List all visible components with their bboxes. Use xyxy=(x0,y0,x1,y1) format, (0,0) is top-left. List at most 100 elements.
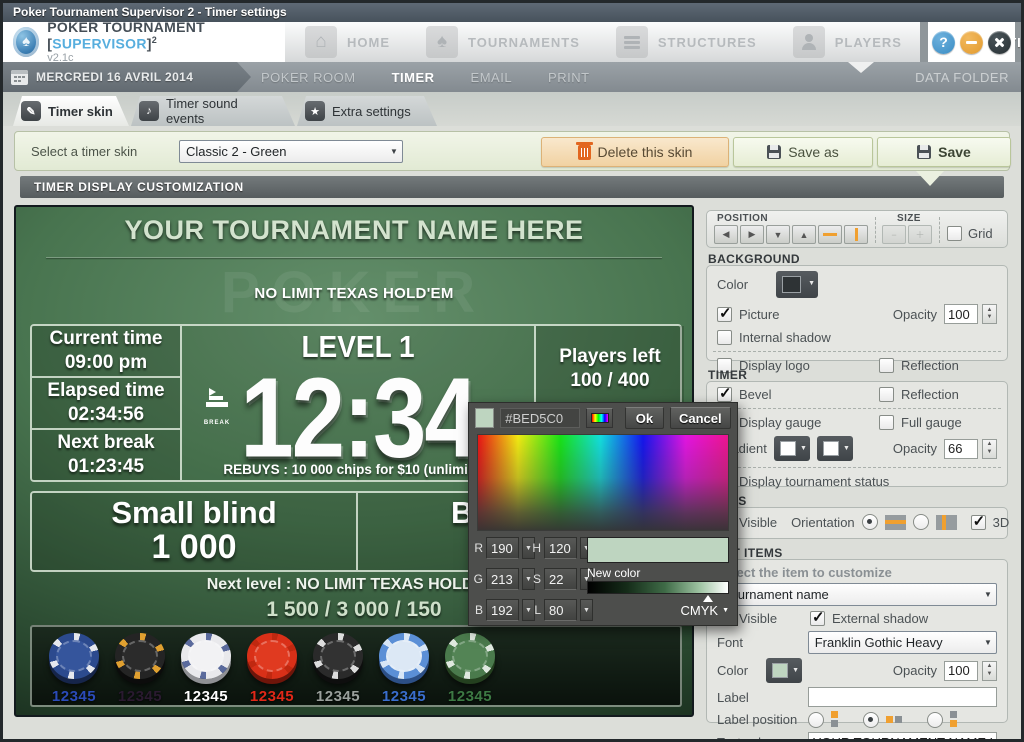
hue-value[interactable]: 120 xyxy=(544,537,577,559)
hex-color-input[interactable] xyxy=(500,408,580,428)
skin-select-dropdown[interactable]: Classic 2 - Green ▼ xyxy=(179,140,403,163)
bg-color-swatch-button[interactable]: ▼ xyxy=(776,271,818,298)
lightness-value[interactable]: 80 xyxy=(544,599,577,621)
nav-item-players[interactable]: PLAYERS xyxy=(775,22,920,62)
label-position-bottom-radio[interactable] xyxy=(927,712,943,728)
small-blind-label: Small blind xyxy=(111,497,276,530)
bg-opacity-stepper[interactable]: ▲▼ xyxy=(982,304,997,324)
settings-panel: POSITION SIZE ◀ ▶ ▼ ▲ − ＋ Grid BACKGROUN… xyxy=(706,205,1016,725)
label-field-label: Label xyxy=(717,690,801,705)
close-button[interactable] xyxy=(988,31,1011,54)
external-shadow-checkbox[interactable] xyxy=(810,611,825,626)
internal-shadow-checkbox[interactable] xyxy=(717,330,732,345)
timer-section-title: TIMER xyxy=(708,368,747,382)
main-nav-items: ⌂ HOME ♠ TOURNAMENTS STRUCTURES PLAYERS … xyxy=(287,22,1024,62)
break-label: BREAK xyxy=(204,420,230,426)
chip-value: 12345 xyxy=(448,688,492,705)
lightness-slider[interactable] xyxy=(587,581,729,594)
chevron-down-icon: ▼ xyxy=(843,445,850,452)
red-value[interactable]: 190 xyxy=(486,537,519,559)
orientation-vertical-radio[interactable] xyxy=(913,514,929,530)
chevron-down-icon: ▼ xyxy=(980,638,996,647)
subnav-item-timer[interactable]: TIMER xyxy=(392,70,435,85)
green-label: G xyxy=(473,572,483,586)
break-indicator: BREAK xyxy=(200,388,234,429)
bg-reflection-checkbox[interactable] xyxy=(879,358,894,373)
chip-item: 12345 xyxy=(376,633,432,705)
bg-opacity-input[interactable] xyxy=(944,304,978,324)
date-tab[interactable]: MERCREDI 16 AVRIL 2014 xyxy=(3,62,251,92)
timer-opacity-input[interactable] xyxy=(944,439,978,459)
test-value-input[interactable] xyxy=(808,732,997,742)
label-position-left-radio[interactable] xyxy=(863,712,879,728)
bevel-checkbox[interactable] xyxy=(717,387,732,402)
nav-item-tournaments[interactable]: ♠ TOURNAMENTS xyxy=(408,22,598,62)
lightness-dropdown-arrow[interactable]: ▼ xyxy=(580,599,593,621)
hue-saturation-field[interactable] xyxy=(477,434,729,531)
timer-section: Bevel Reflection Display gauge Full gaug… xyxy=(706,381,1008,487)
label-position-top-radio[interactable] xyxy=(808,712,824,728)
gradient-color1-button[interactable]: ▼ xyxy=(774,436,810,461)
current-time-value: 09:00 pm xyxy=(65,351,147,375)
ok-button[interactable]: Ok xyxy=(625,407,663,429)
label-input[interactable] xyxy=(808,687,997,707)
cancel-button[interactable]: Cancel xyxy=(670,407,731,429)
elapsed-time-value: 02:34:56 xyxy=(68,403,144,427)
orientation-horizontal-radio[interactable] xyxy=(862,514,878,530)
tab-timer-sound-events[interactable]: ♪ Timer sound events xyxy=(131,96,295,126)
item-opacity-stepper[interactable]: ▲▼ xyxy=(982,661,997,681)
help-button[interactable]: ? xyxy=(932,31,955,54)
picture-checkbox[interactable] xyxy=(717,307,732,322)
chip-item: 12345 xyxy=(112,633,168,705)
minimize-button[interactable] xyxy=(960,31,983,54)
poker-chip-blue xyxy=(49,633,99,679)
blue-value[interactable]: 192 xyxy=(486,599,519,621)
external-shadow-label: External shadow xyxy=(832,611,928,626)
move-down-button[interactable]: ▼ xyxy=(766,225,790,244)
tab-strip: ✎ Timer skin ♪ Timer sound events ★ Extr… xyxy=(3,92,1021,126)
subnav-item-email[interactable]: EMAIL xyxy=(471,70,513,85)
nav-item-structures[interactable]: STRUCTURES xyxy=(598,22,775,62)
data-folder-link[interactable]: DATA FOLDER xyxy=(915,70,1009,85)
color-picker-dialog: Ok Cancel R 190 ▼ H 120 ▼ G 213 ▼ S 22 ▼… xyxy=(468,402,738,626)
position-label: POSITION xyxy=(717,213,768,224)
lightness-slider-marker[interactable] xyxy=(703,595,713,602)
timer-reflection-checkbox[interactable] xyxy=(879,387,894,402)
subnav-item-print[interactable]: PRINT xyxy=(548,70,590,85)
nav-item-home[interactable]: ⌂ HOME xyxy=(287,22,408,62)
subnav-item-poker-room[interactable]: POKER ROOM xyxy=(261,70,356,85)
text-item-dropdown[interactable]: Tournament name ▼ xyxy=(717,583,997,606)
item-color-swatch-button[interactable]: ▼ xyxy=(766,658,802,683)
preview-tournament-name: YOUR TOURNAMENT NAME HERE xyxy=(16,215,692,246)
full-gauge-checkbox[interactable] xyxy=(879,415,894,430)
green-value[interactable]: 213 xyxy=(486,568,519,590)
move-right-button[interactable]: ▶ xyxy=(740,225,764,244)
font-dropdown[interactable]: Franklin Gothic Heavy ▼ xyxy=(808,631,997,654)
size-increase-button[interactable]: ＋ xyxy=(908,225,932,244)
poker-chip-red xyxy=(247,633,297,679)
poker-chip-white xyxy=(181,633,231,679)
center-horizontal-button[interactable] xyxy=(818,225,842,244)
gradient-color2-button[interactable]: ▼ xyxy=(817,436,853,461)
tab-timer-skin[interactable]: ✎ Timer skin xyxy=(13,96,129,126)
size-decrease-button[interactable]: − xyxy=(882,225,906,244)
save-as-button[interactable]: Save as xyxy=(733,137,873,167)
center-vertical-button[interactable] xyxy=(844,225,868,244)
players-left-label: Players left xyxy=(559,345,660,369)
chips-3d-checkbox[interactable] xyxy=(971,515,986,530)
delete-skin-button[interactable]: Delete this skin xyxy=(541,137,729,167)
hue-label: H xyxy=(531,541,541,555)
saturation-value[interactable]: 22 xyxy=(544,568,577,590)
save-button[interactable]: Save xyxy=(877,137,1011,167)
move-left-button[interactable]: ◀ xyxy=(714,225,738,244)
brand-supervisor: SUPERVISOR xyxy=(52,35,147,51)
move-up-button[interactable]: ▲ xyxy=(792,225,816,244)
tab-label-timer-skin: Timer skin xyxy=(48,104,113,119)
rainbow-picker-button[interactable] xyxy=(586,408,613,428)
item-opacity-input[interactable] xyxy=(944,661,978,681)
current-time-cell: Current time 09:00 pm xyxy=(32,326,180,378)
cmyk-dropdown[interactable]: CMYK ▼ xyxy=(681,603,730,618)
timer-opacity-stepper[interactable]: ▲▼ xyxy=(982,439,997,459)
grid-checkbox[interactable] xyxy=(947,226,962,241)
tab-extra-settings[interactable]: ★ Extra settings xyxy=(297,96,437,126)
